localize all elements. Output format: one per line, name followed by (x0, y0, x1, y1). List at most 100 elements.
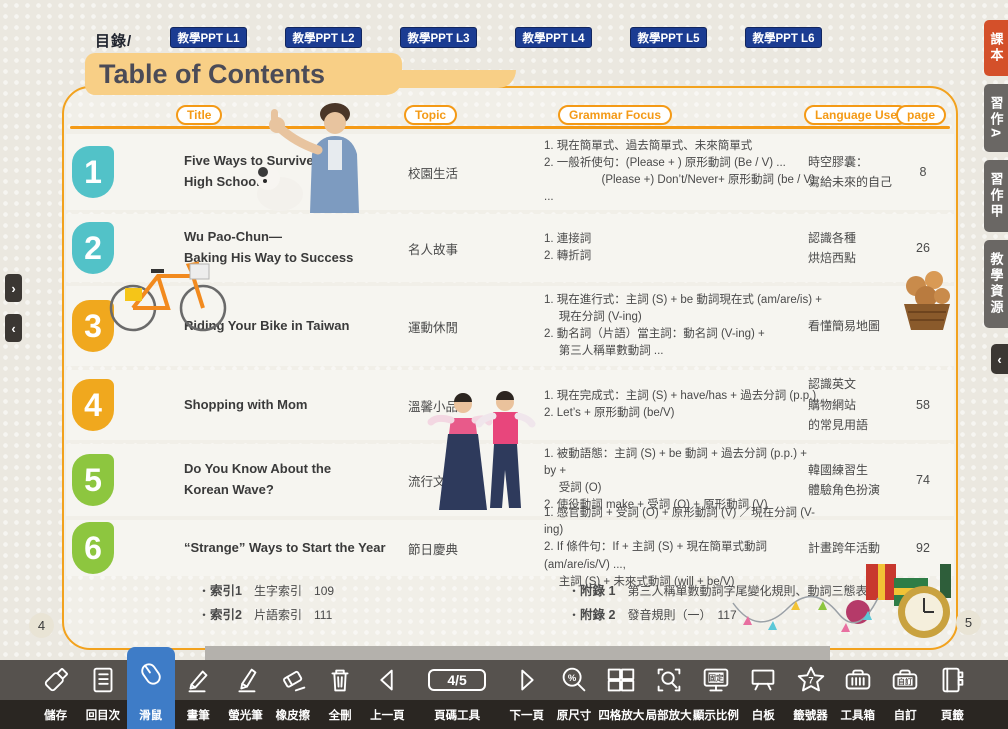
lesson-page: 42 (902, 286, 944, 366)
highlighter-icon (229, 660, 263, 700)
eraser-icon (276, 660, 310, 700)
tool-label: 白板 (752, 700, 775, 729)
toc-row[interactable]: 3 Riding Your Bike in Taiwan 運動休閒 1. 現在進… (66, 286, 954, 366)
tool-delete-all[interactable]: 全刪 (316, 660, 363, 729)
trash-icon (323, 660, 357, 700)
lesson-grammar: 1. 現在完成式：主詞 (S) + have/has + 過去分詞 (p.p.)… (544, 370, 822, 440)
lesson-language-use: 認識英文購物網站的常見用語 (808, 370, 908, 440)
tool-label: 回目次 (86, 700, 121, 729)
pen-icon (181, 660, 215, 700)
lesson-language-use: 認識各種烘焙西點 (808, 214, 908, 282)
lesson-title[interactable]: Shopping with Mom (184, 370, 402, 440)
tool-page-tabs[interactable]: 頁籤 (929, 660, 976, 729)
side-tab-bar: 課本習作A 習作甲教學資源 (984, 20, 1008, 328)
page-number-right: 5 (956, 610, 981, 635)
tool-back-to-toc[interactable]: 回目次 (79, 660, 126, 729)
tool-prev-page[interactable]: 上一頁 (364, 660, 411, 729)
ppt-button-l6[interactable]: 教學PPT L6 (745, 27, 822, 48)
tool-toolbox[interactable]: 工具箱 (834, 660, 881, 729)
tool-label: 頁碼工具 (434, 700, 480, 729)
tool-page-number-tool[interactable]: 4/5頁碼工具 (411, 660, 503, 729)
tool-label: 局部放大 (646, 700, 692, 729)
index-list: ・索引1 生字索引 109・索引2 片語索引 111 (198, 580, 498, 628)
tool-highlighter[interactable]: 螢光筆 (222, 660, 269, 729)
left-forward-arrow-button[interactable]: › (5, 274, 22, 302)
ppt-button-l1[interactable]: 教學PPT L1 (170, 27, 247, 48)
tool-label: 橡皮擦 (276, 700, 311, 729)
tool-save[interactable]: 儲存 (32, 660, 79, 729)
tool-eraser[interactable]: 橡皮擦 (269, 660, 316, 729)
prev-triangle-icon (370, 660, 404, 700)
page-number-left: 4 (29, 613, 54, 638)
tool-custom[interactable]: 自訂自訂 (881, 660, 928, 729)
next-triangle-icon (510, 660, 544, 700)
svg-text:固定: 固定 (708, 672, 724, 682)
lesson-grammar: 1. 連接詞2. 轉折詞 (544, 214, 822, 282)
ppt-button-l3[interactable]: 教學PPT L3 (400, 27, 477, 48)
tool-label: 原尺寸 (557, 700, 592, 729)
ppt-button-l5[interactable]: 教學PPT L5 (630, 27, 707, 48)
ppt-button-l4[interactable]: 教學PPT L4 (515, 27, 592, 48)
toc-row[interactable]: 2 Wu Pao-Chun—Baking His Way to Success … (66, 214, 954, 282)
lesson-page: 74 (902, 444, 944, 516)
ebook-viewer: 目錄/ 教學PPT L1教學PPT L2教學PPT L3教學PPT L4教學PP… (0, 0, 1008, 729)
lesson-title[interactable]: “Strange” Ways to Start the Year (184, 520, 402, 576)
lesson-title[interactable]: Five Ways to SurviveHigh School (184, 134, 402, 210)
lesson-title[interactable]: Riding Your Bike in Taiwan (184, 286, 402, 366)
lesson-page: 58 (902, 370, 944, 440)
mouse-icon (134, 647, 168, 700)
svg-text:%: % (568, 673, 577, 684)
index-entry[interactable]: ・索引2 片語索引 111 (198, 604, 498, 628)
side-tab-習作A[interactable]: 習作A (984, 84, 1008, 152)
toc-page: TitleTopicGrammar FocusLanguage Usepage … (62, 86, 958, 650)
ppt-button-l2[interactable]: 教學PPT L2 (285, 27, 362, 48)
four-grid-icon (604, 660, 638, 700)
catalog-label: 目錄/ (95, 30, 132, 51)
tool-pen[interactable]: 畫筆 (175, 660, 222, 729)
ppt-button-row: 教學PPT L1 教學PPT L2 教學PPT L3 教學PPT L4 教學PPT L5… (170, 27, 822, 48)
left-back-arrow-button[interactable]: ‹ (5, 314, 22, 342)
toc-row[interactable]: 1 Five Ways to SurviveHigh School 校園生活 1… (66, 134, 954, 210)
appendix-entry[interactable]: ・附錄 2 發音規則（一） 117 (568, 604, 948, 628)
svg-text:7: 7 (808, 675, 813, 686)
toolbox-icon (841, 660, 875, 700)
toc-row[interactable]: 6 “Strange” Ways to Start the Year 節日慶典 … (66, 520, 954, 576)
tool-original-size[interactable]: % 原尺寸 (550, 660, 597, 729)
tool-label: 自訂 (894, 700, 917, 729)
index-entry[interactable]: ・索引1 生字索引 109 (198, 580, 498, 604)
collapse-tabs-button[interactable]: ‹ (991, 344, 1008, 374)
tool-label: 全刪 (329, 700, 352, 729)
tool-display-ratio[interactable]: 固定顯示比例 (692, 660, 739, 729)
lesson-number-badge: 4 (72, 379, 114, 431)
tool-whiteboard[interactable]: 白板 (740, 660, 787, 729)
notebook-tabs-icon (935, 660, 969, 700)
side-tab-習作甲[interactable]: 習作甲 (984, 160, 1008, 232)
side-tab-課本[interactable]: 課本 (984, 20, 1008, 76)
lesson-language-use: 計畫跨年活動 (808, 520, 908, 576)
lesson-number-badge: 2 (72, 222, 114, 274)
bottom-toolbar: 儲存回目次滑鼠畫筆螢光筆橡皮擦全刪上一頁4/5頁碼工具下一頁% 原尺寸四格放大局部… (0, 660, 1008, 729)
column-header-page: page (896, 105, 946, 125)
column-header-language-use: Language Use (804, 105, 908, 125)
lesson-topic: 名人故事 (408, 214, 500, 282)
header-underline (70, 126, 950, 129)
appendix-entry[interactable]: ・附錄 1 第三人稱單數動詞字尾變化規則、動詞三態表 112 (568, 580, 948, 604)
lesson-number-badge: 1 (72, 146, 114, 198)
tool-label: 滑鼠 (139, 700, 162, 729)
tool-region-zoom[interactable]: 局部放大 (645, 660, 692, 729)
lesson-topic: 流行文化 (408, 444, 500, 516)
lesson-grammar: 1. 現在進行式：主詞 (S) + be 動詞現在式 (am/are/is) +… (544, 286, 822, 366)
lesson-title[interactable]: Do You Know About theKorean Wave? (184, 444, 402, 516)
appendix-list: ・附錄 1 第三人稱單數動詞字尾變化規則、動詞三態表 112・附錄 2 發音規則… (568, 580, 948, 628)
zoom-percent-icon: % (557, 660, 591, 700)
lesson-title[interactable]: Wu Pao-Chun—Baking His Way to Success (184, 214, 402, 282)
tool-four-pane-zoom[interactable]: 四格放大 (598, 660, 645, 729)
side-tab-教學資源[interactable]: 教學資源 (984, 240, 1008, 328)
lesson-language-use: 看懂簡易地圖 (808, 286, 908, 366)
tool-mouse[interactable]: 滑鼠 (127, 647, 175, 729)
tool-number-picker[interactable]: 7籤號器 (787, 660, 834, 729)
toc-rows: 1 Five Ways to SurviveHigh School 校園生活 1… (66, 134, 954, 580)
tool-label: 四格放大 (598, 700, 644, 729)
toc-row[interactable]: 4 Shopping with Mom 溫馨小品 1. 現在完成式：主詞 (S)… (66, 370, 954, 440)
tool-next-page[interactable]: 下一頁 (503, 660, 550, 729)
